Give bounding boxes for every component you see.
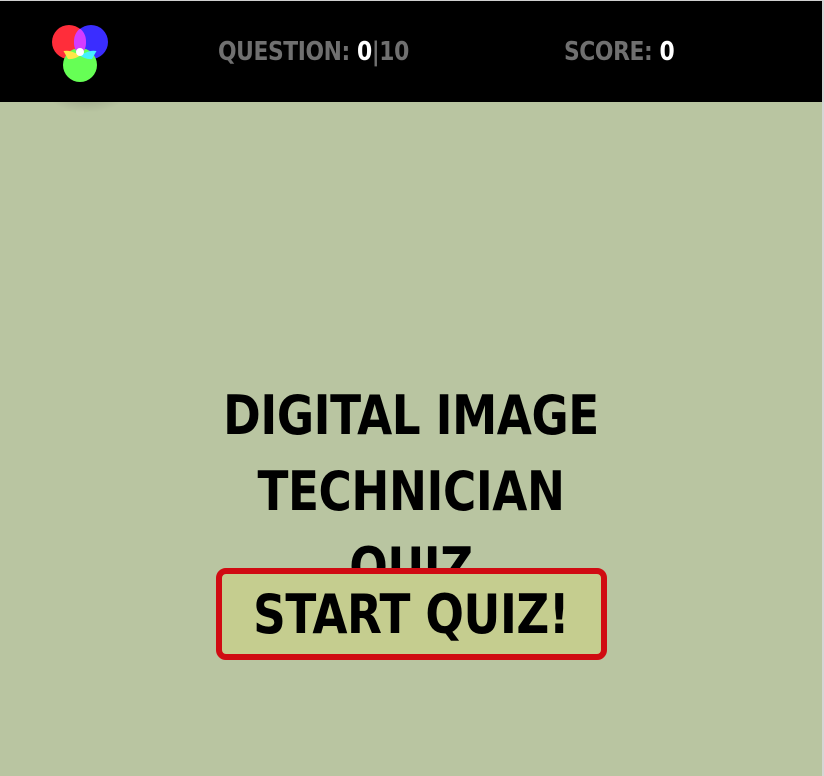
score-label: SCORE: — [564, 37, 653, 67]
question-label: QUESTION: — [218, 37, 350, 67]
question-current: 0 — [356, 37, 372, 67]
header-bar: QUESTION: 0|10 SCORE: 0 — [0, 0, 822, 113]
quiz-title-line1: DIGITAL IMAGE TECHNICIAN — [223, 384, 599, 523]
score-counter: SCORE: 0 — [564, 34, 675, 70]
question-separator: | — [371, 37, 380, 67]
question-counter: QUESTION: 0|10 — [218, 34, 409, 70]
start-quiz-label: START QUIZ! — [253, 582, 570, 646]
rgb-circles-logo-icon — [52, 25, 108, 82]
start-quiz-button[interactable]: START QUIZ! — [216, 568, 607, 660]
score-value: 0 — [659, 37, 675, 67]
question-total: 10 — [379, 37, 409, 67]
